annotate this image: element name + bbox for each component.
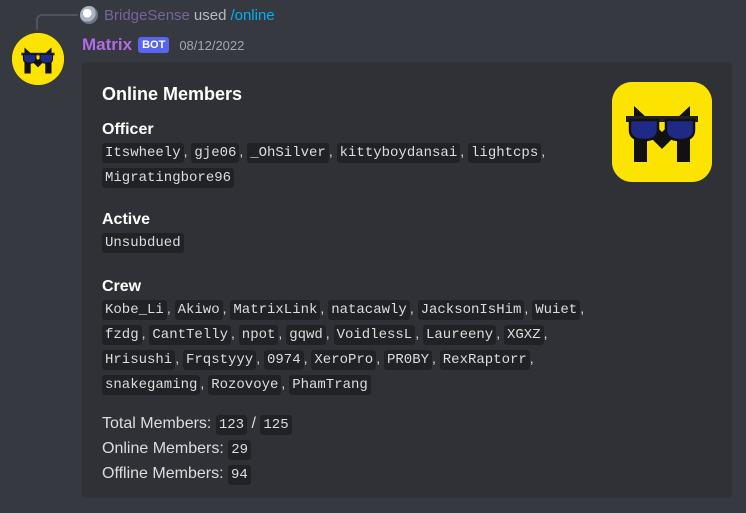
member-name: fzdg xyxy=(102,325,142,345)
total-members-sep: / xyxy=(251,415,256,432)
online-members-embed: Online Members Officer Itswheely, gje06,… xyxy=(82,62,732,498)
bot-avatar[interactable] xyxy=(12,33,64,85)
member-name: CantTelly xyxy=(149,325,232,345)
field-members: Itswheely, gje06, _OhSilver, kittyboydan… xyxy=(102,140,592,190)
member-stats: Total Members: 123 / 125 Online Members:… xyxy=(102,412,292,487)
member-separator: , xyxy=(328,143,337,159)
member-name: gje06 xyxy=(191,143,240,163)
member-separator: , xyxy=(432,350,440,366)
offline-members-line: Offline Members: 94 xyxy=(102,462,292,487)
field-members: Kobe_Li, Akiwo, MatrixLink, natacawly, J… xyxy=(102,297,592,397)
member-separator: , xyxy=(256,350,264,366)
offline-members-label: Offline Members: xyxy=(102,465,224,482)
member-name: Migratingbore96 xyxy=(102,168,235,188)
member-name: Akiwo xyxy=(174,300,223,320)
member-separator: , xyxy=(541,143,546,159)
embed-title: Online Members xyxy=(102,84,243,104)
field-crew: Crew Kobe_Li, Akiwo, MatrixLink, natacaw… xyxy=(102,277,592,397)
member-name: Frqstyyy xyxy=(183,350,257,370)
field-active: Active Unsubdued xyxy=(102,210,592,255)
member-name: XGXZ xyxy=(503,325,544,345)
member-separator: , xyxy=(543,325,548,341)
member-name: snakegaming xyxy=(102,375,201,395)
total-members-value: 123 xyxy=(215,415,248,435)
embed-thumbnail[interactable] xyxy=(612,82,712,182)
member-name: MatrixLink xyxy=(230,300,321,320)
online-members-value: 29 xyxy=(228,440,252,460)
member-name: VoidlessL xyxy=(333,325,416,345)
member-name: Hrisushi xyxy=(102,350,176,370)
message-header: Matrix BOT 08/12/2022 xyxy=(82,34,244,56)
reply-command[interactable]: /online xyxy=(230,7,274,24)
total-members-label: Total Members: xyxy=(102,415,212,432)
total-members-max: 125 xyxy=(260,415,292,435)
field-name: Active xyxy=(102,211,151,228)
offline-members-value: 94 xyxy=(227,465,251,485)
field-officer: Officer Itswheely, gje06, _OhSilver, kit… xyxy=(102,120,592,190)
member-separator: , xyxy=(496,325,504,341)
member-separator: , xyxy=(529,350,534,366)
field-name: Officer xyxy=(102,121,154,138)
online-members-label: Online Members: xyxy=(102,440,224,457)
member-name: npot xyxy=(238,325,279,345)
member-name: lightcps xyxy=(468,143,542,163)
member-name: kittyboydansai xyxy=(336,143,461,163)
member-separator: , xyxy=(166,300,175,316)
member-name: XeroPro xyxy=(311,350,377,370)
reply-avatar[interactable] xyxy=(80,6,98,24)
reply-used-text: used xyxy=(193,6,227,24)
member-name: Unsubdued xyxy=(102,233,184,253)
member-name: PR0BY xyxy=(383,350,432,370)
bot-badge: BOT xyxy=(138,37,170,53)
member-separator: , xyxy=(231,325,239,341)
member-name: 0974 xyxy=(264,350,304,370)
field-members: Unsubdued xyxy=(102,230,592,255)
matrix-logo-icon xyxy=(612,82,712,182)
member-separator: , xyxy=(460,143,469,159)
member-separator: , xyxy=(175,350,183,366)
member-name: gqwd xyxy=(286,325,326,345)
reply-username[interactable]: BridgeSense xyxy=(104,7,190,24)
member-name: natacawly xyxy=(328,300,410,320)
reply-spine xyxy=(36,14,78,30)
member-name: PhamTrang xyxy=(289,375,371,395)
member-name: RexRaptorr xyxy=(439,350,530,370)
member-name: Rozovoye xyxy=(208,375,282,395)
bot-username[interactable]: Matrix xyxy=(82,35,132,55)
online-members-line: Online Members: 29 xyxy=(102,437,292,462)
member-separator: , xyxy=(415,325,423,341)
member-name: _OhSilver xyxy=(247,143,329,163)
field-name: Crew xyxy=(102,278,142,295)
member-separator: , xyxy=(580,300,585,316)
member-name: Itswheely xyxy=(102,143,184,163)
member-name: Wuiet xyxy=(532,300,581,320)
total-members-line: Total Members: 123 / 125 xyxy=(102,412,292,437)
member-separator: , xyxy=(376,350,384,366)
message-timestamp: 08/12/2022 xyxy=(179,37,245,53)
member-name: Laureeny xyxy=(422,325,497,345)
reply-reference[interactable]: BridgeSense used /online xyxy=(80,4,275,26)
member-separator: , xyxy=(409,300,418,316)
member-name: Kobe_Li xyxy=(102,300,167,320)
member-name: JacksonIsHim xyxy=(417,300,525,320)
matrix-logo-icon xyxy=(12,33,64,85)
member-separator: , xyxy=(325,325,334,341)
